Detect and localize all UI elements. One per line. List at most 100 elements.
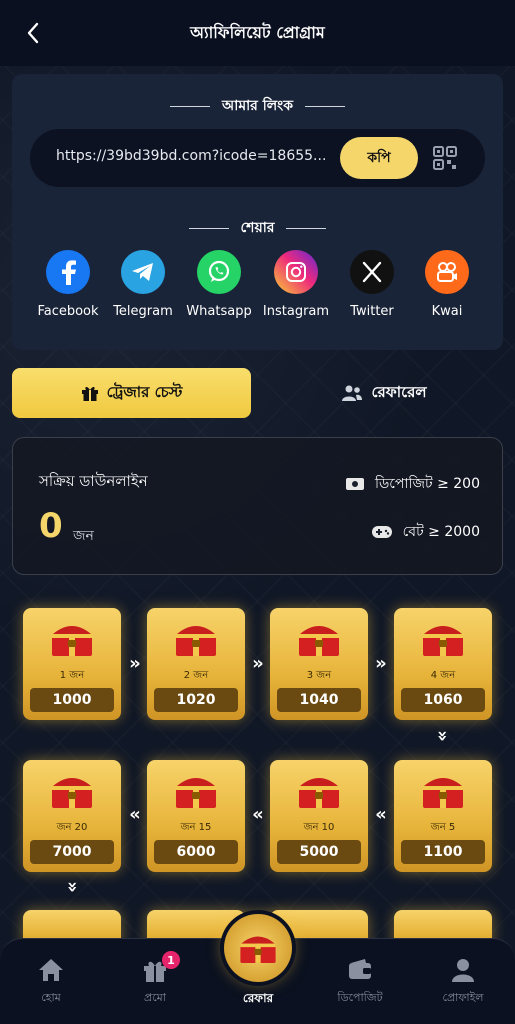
- user-icon: [452, 959, 474, 982]
- share-instagram[interactable]: Instagram: [257, 250, 335, 319]
- treasure-chest-icon: [423, 778, 463, 808]
- tab-treasure-chest[interactable]: ট্রেজার চেস্ট: [12, 368, 251, 418]
- arrow-right-icon: »: [129, 652, 141, 674]
- downline-count: 0: [39, 506, 63, 546]
- chest-tier-15[interactable]: জন 15 6000: [147, 760, 245, 872]
- home-icon: [39, 959, 63, 981]
- share-label-kwai: Kwai: [431, 304, 463, 319]
- chest-tier-3[interactable]: 3 জন 1040: [270, 608, 368, 720]
- chest-amount: 1060: [401, 688, 485, 712]
- share-twitter[interactable]: Twitter: [333, 250, 411, 319]
- link-field: https://39bd39bd.com?icode=18655... কপি: [30, 129, 485, 187]
- share-telegram[interactable]: Telegram: [104, 250, 182, 319]
- chest-amount: 5000: [277, 840, 361, 864]
- share-label-facebook: Facebook: [37, 304, 99, 319]
- treasure-chest-icon: [176, 778, 216, 808]
- page-title: অ্যাফিলিয়েট প্রোগ্রাম: [190, 22, 325, 42]
- treasure-chest-icon: [52, 626, 92, 656]
- nav-profile-label: প্রোফাইল: [442, 991, 484, 1004]
- chest-tier-1[interactable]: 1 জন 1000: [23, 608, 121, 720]
- wallet-icon: [349, 959, 371, 979]
- active-downline-card: সক্রিয় ডাউনলাইন 0 জন ডিপোজিট ≥ 200 বেট …: [12, 437, 503, 575]
- facebook-icon: [46, 250, 90, 294]
- back-button[interactable]: [22, 20, 44, 46]
- instagram-icon: [274, 250, 318, 294]
- arrow-left-icon: «: [252, 803, 264, 825]
- arrow-left-icon: «: [375, 803, 387, 825]
- share-options: Facebook Telegram Whatsapp Instagram Twi…: [12, 250, 503, 330]
- treasure-chest-icon: [423, 626, 463, 656]
- downline-unit: জন: [73, 528, 94, 544]
- whatsapp-icon: [197, 250, 241, 294]
- nav-deposit[interactable]: ডিপোজিট: [315, 957, 405, 1008]
- share-label-instagram: Instagram: [262, 304, 330, 319]
- chest-label: জন 10: [303, 822, 335, 833]
- share-label-telegram: Telegram: [113, 304, 173, 319]
- nav-promo-label: প্রমো: [144, 991, 166, 1004]
- share-facebook[interactable]: Facebook: [29, 250, 107, 319]
- downline-title: সক্রিয় ডাউনলাইন: [39, 472, 148, 490]
- nav-profile[interactable]: প্রোফাইল: [418, 957, 508, 1008]
- chest-amount: 6000: [154, 840, 238, 864]
- telegram-icon: [121, 250, 165, 294]
- chest-tier-2[interactable]: 2 জন 1020: [147, 608, 245, 720]
- chest-label: 1 জন: [59, 670, 85, 681]
- chest-label: জন 15: [180, 822, 212, 833]
- chest-amount: 7000: [30, 840, 114, 864]
- money-icon: [345, 478, 364, 490]
- affiliate-link-card: আমার লিংক https://39bd39bd.com?icode=186…: [12, 74, 503, 350]
- chest-label: 4 জন: [430, 670, 456, 681]
- chevron-left-icon: [27, 22, 39, 44]
- kwai-icon: [425, 250, 469, 294]
- arrow-down-icon: »: [62, 881, 84, 893]
- tab-treasure-chest-label: ট্রেজার চেস্ট: [106, 382, 183, 401]
- promo-badge: 1: [162, 951, 180, 969]
- chest-amount: 1000: [30, 688, 114, 712]
- treasure-chest-icon: [299, 778, 339, 808]
- chest-tier-4[interactable]: 4 জন 1060: [394, 608, 492, 720]
- share-whatsapp[interactable]: Whatsapp: [180, 250, 258, 319]
- chest-amount: 1100: [401, 840, 485, 864]
- copy-button[interactable]: কপি: [340, 137, 418, 179]
- gift-icon: [81, 386, 98, 401]
- qr-code-icon[interactable]: [433, 146, 457, 170]
- share-label-whatsapp: Whatsapp: [186, 304, 252, 319]
- share-label-twitter: Twitter: [350, 304, 394, 319]
- deposit-requirement-text: ডিপোজিট ≥ 200: [374, 476, 480, 492]
- treasure-chest-icon: [240, 936, 276, 963]
- share-heading: শেয়ার: [12, 216, 503, 240]
- arrow-left-icon: «: [129, 803, 141, 825]
- tab-referral-label: রেফারেল: [371, 382, 427, 401]
- chest-amount: 1040: [277, 688, 361, 712]
- chest-label: 2 জন: [183, 670, 209, 681]
- share-label: শেয়ার: [240, 220, 275, 236]
- bet-requirement: বেট ≥ 2000: [371, 520, 480, 544]
- chest-label: জন 20: [56, 822, 88, 833]
- my-link-label: আমার লিংক: [222, 98, 293, 114]
- nav-refer-button[interactable]: [224, 914, 292, 982]
- treasure-chest-icon: [52, 778, 92, 808]
- treasure-chest-icon: [299, 626, 339, 656]
- x-icon: [350, 250, 394, 294]
- chest-tier-10[interactable]: জন 10 5000: [270, 760, 368, 872]
- arrow-right-icon: »: [375, 652, 387, 674]
- nav-refer-label: রেফার: [242, 991, 274, 1005]
- chest-amount: 1020: [154, 688, 238, 712]
- bet-requirement-text: বেট ≥ 2000: [402, 524, 480, 540]
- nav-promo[interactable]: 1 প্রমো: [110, 951, 200, 1008]
- arrow-right-icon: »: [252, 652, 264, 674]
- nav-deposit-label: ডিপোজিট: [337, 991, 383, 1004]
- nav-home[interactable]: হোম: [6, 957, 96, 1008]
- app-header: অ্যাফিলিয়েট প্রোগ্রাম: [0, 0, 515, 66]
- chest-tier-20[interactable]: জন 20 7000: [23, 760, 121, 872]
- chest-tier-5[interactable]: জন 5 1100: [394, 760, 492, 872]
- tab-referral[interactable]: রেফারেল: [265, 368, 503, 418]
- share-kwai[interactable]: Kwai: [408, 250, 486, 319]
- nav-home-label: হোম: [41, 991, 61, 1004]
- deposit-requirement: ডিপোজিট ≥ 200: [345, 472, 480, 496]
- treasure-chest-icon: [176, 626, 216, 656]
- chest-label: জন 5: [430, 822, 456, 833]
- referral-link-text[interactable]: https://39bd39bd.com?icode=18655...: [56, 148, 336, 164]
- my-link-heading: আমার লিংক: [12, 94, 503, 118]
- gamepad-icon: [371, 526, 392, 538]
